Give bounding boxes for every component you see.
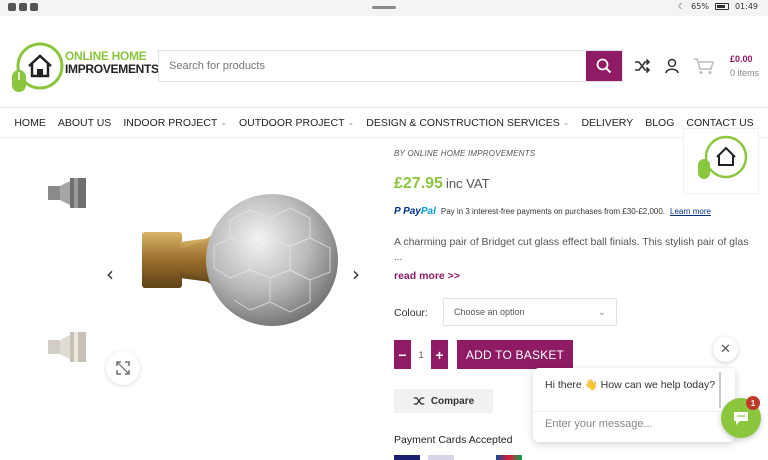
chat-icon — [734, 412, 748, 425]
chat-notification-badge: 1 — [746, 396, 760, 410]
product-thumbnail[interactable] — [46, 172, 88, 214]
colour-label: Colour: — [394, 307, 428, 319]
finial-image — [142, 194, 338, 326]
product-price: £27.95 inc VAT — [394, 175, 490, 193]
quantity-increase-button[interactable]: + — [431, 340, 448, 369]
next-image-arrow[interactable]: › — [352, 262, 360, 286]
cart-icon — [694, 58, 714, 74]
nav-label: OUTDOOR PROJECT — [238, 116, 345, 129]
brand-badge — [683, 128, 759, 194]
paypal-learn-more-link[interactable]: Learn more — [670, 207, 711, 216]
status-bar: ☾ 65% 01:49 — [0, 0, 768, 16]
card-icon — [428, 455, 454, 460]
zoom-button[interactable] — [106, 351, 140, 385]
moon-icon: ☾ — [677, 2, 686, 11]
nav-label: BLOG — [645, 116, 675, 129]
payment-cards — [394, 455, 522, 460]
compare-header-button[interactable] — [632, 56, 652, 76]
payment-cards-title: Payment Cards Accepted — [394, 434, 513, 446]
chevron-down-icon: ⌄ — [347, 118, 355, 127]
product-thumbnail[interactable] — [46, 326, 88, 368]
search-input[interactable] — [159, 51, 586, 81]
nav-label: INDOOR PROJECT — [123, 116, 218, 129]
chat-divider — [533, 411, 735, 412]
nav-label: DELIVERY — [581, 116, 634, 129]
cart-items-count: 0 items — [730, 68, 760, 78]
shuffle-icon — [635, 58, 650, 74]
battery-icon — [714, 3, 729, 10]
jcb-card-icon — [496, 455, 522, 460]
chat-scrollbar[interactable] — [719, 372, 721, 408]
nav-item-contact[interactable]: CONTACT US — [680, 117, 759, 129]
logo-house-icon — [12, 42, 64, 92]
compare-label: Compare — [430, 395, 475, 407]
colour-select[interactable]: Choose an option ⌄ — [443, 298, 617, 326]
cart-total[interactable]: £0.00 — [730, 54, 753, 64]
drag-handle[interactable] — [372, 6, 396, 9]
search-icon — [596, 58, 612, 74]
shuffle-icon — [413, 397, 425, 405]
chevron-down-icon: ⌄ — [220, 118, 227, 127]
chat-greeting: Hi there 👋 How can we help today? — [545, 379, 716, 391]
nav-label: CONTACT US — [686, 116, 754, 129]
logo-line2: IMPROVEMENTS — [65, 62, 159, 76]
brand-byline: BY ONLINE HOME IMPROVEMENTS — [394, 149, 536, 158]
site-header: ONLINE HOME IMPROVEMENTS Search for prod… — [0, 16, 768, 108]
user-icon — [665, 58, 679, 74]
spacer — [462, 455, 488, 460]
thumbnail-image — [48, 332, 86, 362]
visa-card-icon — [394, 455, 420, 460]
paypal-logo: P PayPal — [394, 206, 436, 217]
nav-label: ABOUT US — [57, 116, 112, 129]
nav-item-design[interactable]: DESIGN & CONSTRUCTION SERVICES ⌄ — [360, 117, 575, 129]
expand-icon — [116, 361, 130, 375]
search-bar — [158, 50, 623, 82]
paypal-text: Pay in 3 interest-free payments on purch… — [440, 207, 666, 216]
colour-select-value: Choose an option — [454, 307, 525, 317]
main-nav: HOME ABOUT US INDOOR PROJECT ⌄ OUTDOOR PR… — [0, 108, 768, 138]
notification-icons — [8, 3, 38, 11]
logo-text: ONLINE HOME IMPROVEMENTS — [65, 50, 159, 76]
nav-label: DESIGN & CONSTRUCTION SERVICES — [366, 116, 560, 129]
nav-item-delivery[interactable]: DELIVERY — [575, 117, 639, 129]
thumbnail-image — [48, 178, 86, 208]
clock: 01:49 — [734, 2, 758, 11]
paypal-message: P PayPal Pay in 3 interest-free payments… — [394, 206, 711, 217]
nav-item-blog[interactable]: BLOG — [639, 117, 680, 129]
brand-badge-logo-icon — [698, 135, 748, 179]
nav-item-indoor[interactable]: INDOOR PROJECT ⌄ — [117, 117, 233, 129]
quantity-input[interactable]: 1 — [411, 340, 431, 369]
add-to-basket-button[interactable]: ADD TO BASKET — [457, 340, 573, 369]
nav-item-about[interactable]: ABOUT US — [52, 117, 117, 129]
previous-image-arrow[interactable]: ‹ — [106, 262, 114, 286]
compare-button[interactable]: Compare — [394, 389, 493, 413]
price-suffix: inc VAT — [445, 176, 490, 191]
price-value: £27.95 — [394, 175, 443, 192]
read-more-link[interactable]: read more >> — [394, 270, 460, 282]
nav-label: HOME — [14, 116, 46, 129]
chat-message-input[interactable]: Enter your message... — [545, 418, 653, 430]
chat-close-button[interactable]: ✕ — [713, 337, 738, 362]
product-description: A charming pair of Bridget cut glass eff… — [394, 236, 749, 248]
search-button[interactable] — [586, 51, 622, 81]
product-main-image[interactable] — [130, 180, 350, 340]
cart-button[interactable] — [692, 56, 716, 76]
description-ellipsis: ... — [394, 252, 403, 263]
account-button[interactable] — [662, 56, 682, 76]
nav-item-outdoor[interactable]: OUTDOOR PROJECT ⌄ — [233, 117, 360, 129]
nav-item-home[interactable]: HOME — [8, 117, 52, 129]
quantity-decrease-button[interactable]: − — [394, 340, 411, 369]
chat-popup: Hi there 👋 How can we help today? Enter … — [533, 368, 735, 442]
chevron-down-icon: ⌄ — [562, 118, 570, 127]
site-logo[interactable]: ONLINE HOME IMPROVEMENTS — [10, 40, 159, 98]
status-right: ☾ 65% 01:49 — [678, 2, 758, 11]
battery-percent: 65% — [691, 2, 709, 11]
chevron-down-icon: ⌄ — [597, 306, 606, 318]
